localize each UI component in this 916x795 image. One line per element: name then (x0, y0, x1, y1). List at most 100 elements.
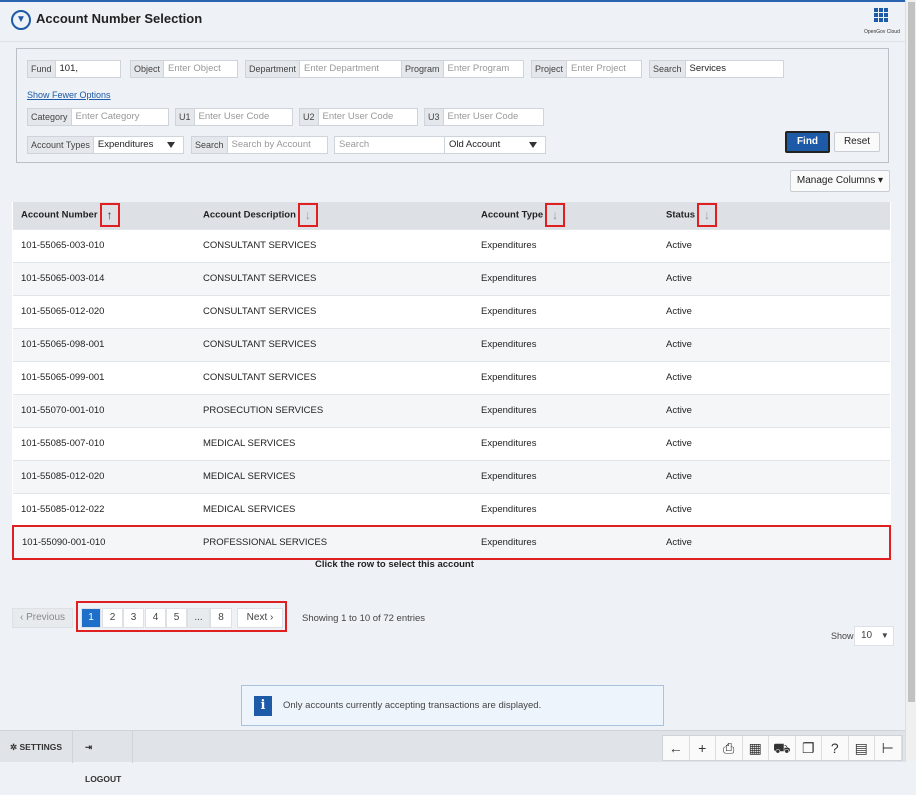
page-button-8[interactable]: 8 (210, 608, 232, 628)
reset-button[interactable]: Reset (834, 132, 880, 152)
gear-icon: ✲ (10, 742, 18, 752)
account-type-cell: Expenditures (473, 393, 658, 427)
object-input[interactable]: Enter Object (164, 61, 237, 77)
u3-field[interactable]: U3 Enter User Code (424, 108, 544, 126)
category-input[interactable]: Enter Category (72, 109, 168, 125)
copy-icon[interactable]: ❐ (796, 736, 822, 760)
search-input[interactable]: Services (686, 61, 783, 77)
page-button-2[interactable]: 2 (102, 608, 123, 628)
sort-descending-icon[interactable]: ↓ (297, 203, 318, 228)
u1-input[interactable]: Enter User Code (195, 109, 292, 125)
project-label: Project (532, 61, 568, 77)
object-label: Object (131, 61, 165, 77)
apps-grid-icon[interactable] (874, 8, 888, 22)
account-type-cell: Expenditures (473, 459, 658, 493)
sort-descending-icon[interactable]: ↓ (697, 203, 718, 228)
logout-icon: ⇥ (85, 742, 93, 752)
plus-icon[interactable]: + (690, 736, 716, 760)
account-description-cell: CONSULTANT SERVICES (195, 228, 473, 262)
page-button-1[interactable]: 1 (81, 608, 101, 628)
scrollbar-thumb[interactable] (908, 2, 915, 702)
table-row[interactable]: 101-55085-007-010 MEDICAL SERVICES Expendi… (13, 426, 890, 460)
column-header-account-description[interactable]: Account Description ↓ (195, 202, 473, 229)
page-button-4[interactable]: 4 (145, 608, 166, 628)
account-description-cell: MEDICAL SERVICES (195, 459, 473, 493)
page-button-3[interactable]: 3 (123, 608, 144, 628)
page-button-ellipsis: ... (187, 608, 210, 628)
print-icon[interactable]: ⎙ (716, 736, 743, 760)
manage-columns-button[interactable]: Manage Columns ▾ (790, 170, 890, 192)
cars-icon[interactable]: ⛟ (769, 736, 796, 760)
table-row[interactable]: 101-55070-001-010 PROSECUTION SERVICES Exp… (13, 393, 890, 427)
show-fewer-options-link[interactable]: Show Fewer Options (27, 90, 111, 100)
help-icon[interactable]: ? (822, 736, 849, 760)
table-row[interactable]: 101-55065-003-010 CONSULTANT SERVICES Expe… (13, 228, 890, 262)
account-description-cell: MEDICAL SERVICES (195, 492, 473, 526)
search-account-label: Search (192, 137, 228, 153)
page-title: Account Number Selection (36, 11, 203, 26)
department-input[interactable]: Enter Department (300, 61, 409, 77)
status-cell: Active (658, 459, 890, 493)
status-cell: Active (658, 393, 890, 427)
toolbar: ← + ⎙ ▦ ⛟ ❐ ? ▤ ⊢ (662, 735, 903, 761)
table-row[interactable]: 101-55065-003-014 CONSULTANT SERVICES Expe… (13, 261, 890, 295)
u2-input[interactable]: Enter User Code (319, 109, 417, 125)
next-page-button[interactable]: Next › (237, 608, 283, 628)
column-header-status[interactable]: Status ↓ (658, 202, 890, 229)
category-field[interactable]: Category Enter Category (27, 108, 169, 126)
scrollbar[interactable] (905, 0, 916, 762)
column-header-account-number[interactable]: Account Number ↑ (13, 202, 195, 229)
account-description-cell: CONSULTANT SERVICES (195, 294, 473, 328)
table-row[interactable]: 101-55065-098-001 CONSULTANT SERVICES Expe… (13, 327, 890, 361)
table-row[interactable]: 101-55065-099-001 CONSULTANT SERVICES Expe… (13, 360, 890, 394)
info-icon: i (254, 696, 272, 716)
old-account-input[interactable]: Search (335, 137, 445, 153)
project-field[interactable]: Project Enter Project (531, 60, 642, 78)
account-number-cell: 101-55085-012-022 (13, 492, 195, 526)
previous-page-button[interactable]: ‹ Previous (12, 608, 73, 628)
program-field[interactable]: Program Enter Program (401, 60, 524, 78)
status-cell: Active (658, 294, 890, 328)
page-button-5[interactable]: 5 (166, 608, 187, 628)
fund-input[interactable]: 101, (56, 61, 120, 77)
account-type-cell: Expenditures (473, 228, 658, 262)
department-field[interactable]: Department Enter Department (245, 60, 410, 78)
table-row[interactable]: 101-55085-012-020 MEDICAL SERVICES Expendi… (13, 459, 890, 493)
search-label: Search (650, 61, 686, 77)
u3-input[interactable]: Enter User Code (444, 109, 543, 125)
calculator-icon[interactable]: ▦ (743, 736, 769, 760)
tree-icon[interactable]: ⊢ (875, 736, 902, 760)
table-row[interactable]: 101-55090-001-010 PROFESSIONAL SERVICES Ex… (12, 525, 891, 560)
status-cell: Active (658, 525, 891, 560)
page-size-select[interactable]: 10 ▼ (854, 626, 894, 646)
caret-down-icon (529, 142, 537, 148)
department-label: Department (246, 61, 301, 77)
account-number-cell: 101-55070-001-010 (13, 393, 195, 427)
logout-button[interactable]: ⇥ LOGOUT (75, 731, 133, 784)
sort-ascending-icon[interactable]: ↑ (99, 203, 120, 228)
account-type-cell: Expenditures (473, 261, 658, 295)
search-account-input[interactable]: Search by Account (228, 137, 327, 153)
account-number-cell: 101-55065-098-001 (13, 327, 195, 361)
search-field[interactable]: Search Services (649, 60, 784, 78)
u2-field[interactable]: U2 Enter User Code (299, 108, 418, 126)
table-row[interactable]: 101-55065-012-020 CONSULTANT SERVICES Expe… (13, 294, 890, 328)
account-types-select[interactable]: Account Types Expenditures (27, 136, 184, 154)
settings-button[interactable]: ✲ SETTINGS (0, 731, 74, 763)
column-header-account-type[interactable]: Account Type ↓ (473, 202, 658, 229)
sort-descending-icon[interactable]: ↓ (545, 203, 566, 228)
u1-field[interactable]: U1 Enter User Code (175, 108, 293, 126)
object-field[interactable]: Object Enter Object (130, 60, 238, 78)
back-arrow-icon[interactable]: ← (663, 736, 690, 760)
select-row-hint: Click the row to select this account (315, 559, 474, 570)
find-button[interactable]: Find (785, 131, 830, 153)
fund-field[interactable]: Fund 101, (27, 60, 121, 78)
program-input[interactable]: Enter Program (444, 61, 523, 77)
status-cell: Active (658, 360, 890, 394)
header: ▼ Account Number Selection OpenGov Cloud (0, 0, 905, 42)
search-account-field[interactable]: Search Search by Account (191, 136, 328, 154)
table-row[interactable]: 101-55085-012-022 MEDICAL SERVICES Expendi… (13, 492, 890, 526)
old-account-search[interactable]: Search Old Account (334, 136, 546, 154)
project-input[interactable]: Enter Project (567, 61, 641, 77)
notepad-icon[interactable]: ▤ (849, 736, 875, 760)
